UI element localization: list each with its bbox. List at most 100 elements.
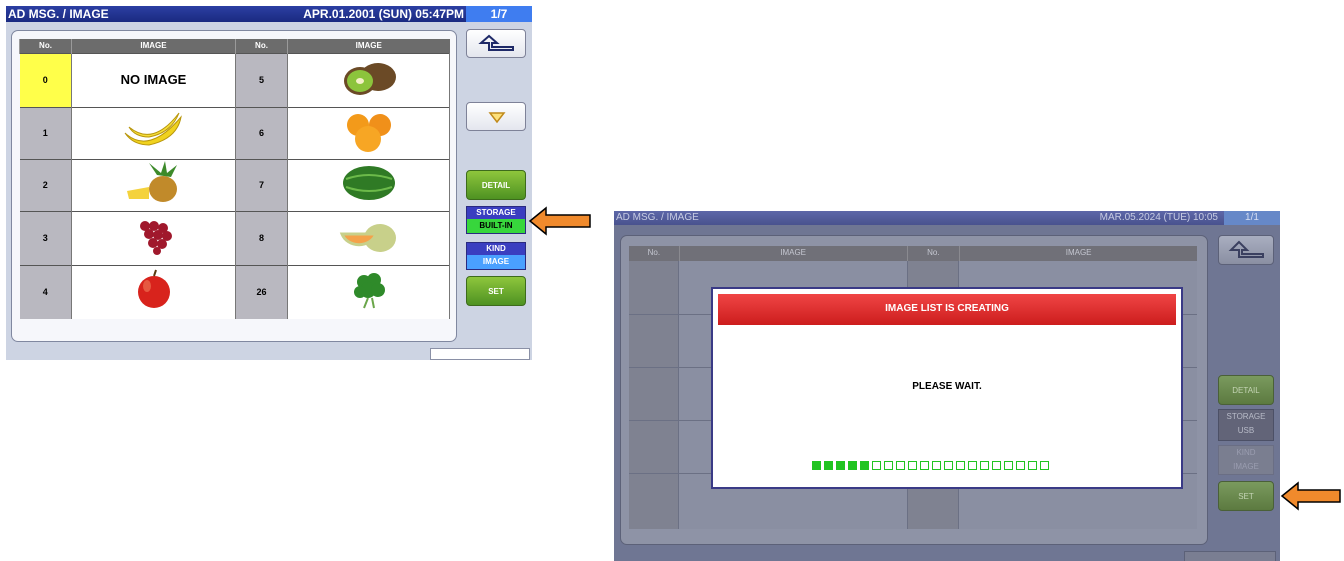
no-column xyxy=(629,261,679,529)
table-row[interactable]: 0 NO IMAGE 5 xyxy=(19,52,450,107)
callout-arrow-icon xyxy=(1280,481,1341,511)
progress-segment xyxy=(1040,461,1049,470)
storage-label: STORAGE xyxy=(1226,412,1266,421)
image-header: IMAGE xyxy=(71,39,236,53)
image-number-cell[interactable]: 0 xyxy=(19,52,72,107)
dialog-message: PLEASE WAIT. xyxy=(912,381,982,392)
no-header: No. xyxy=(235,39,288,53)
status-box xyxy=(430,348,530,360)
progress-segment xyxy=(920,461,929,470)
progress-segment xyxy=(836,461,845,470)
progress-segment xyxy=(812,461,821,470)
table-row[interactable]: 4 26 xyxy=(19,264,450,319)
table-header: No. IMAGE No. IMAGE xyxy=(19,39,450,53)
image-cell[interactable] xyxy=(287,158,450,211)
parsley-image xyxy=(353,272,385,309)
image-cell[interactable] xyxy=(71,158,236,211)
grape-image xyxy=(139,220,172,255)
image-number-cell[interactable]: 7 xyxy=(235,158,288,211)
progress-segment xyxy=(980,461,989,470)
title-bar: AD MSG. / IMAGE MAR.05.2024 (TUE) 10:05 … xyxy=(614,211,1280,225)
datetime: MAR.05.2024 (TUE) 10:05 xyxy=(1099,212,1218,223)
image-cell[interactable] xyxy=(71,106,236,159)
image-number-cell[interactable]: 6 xyxy=(235,106,288,159)
table-header: No. IMAGE No. IMAGE xyxy=(629,246,1197,261)
no-image-cell[interactable]: NO IMAGE xyxy=(71,52,236,107)
progress-segment xyxy=(1004,461,1013,470)
no-header: No. xyxy=(19,39,72,53)
progress-segment xyxy=(992,461,1001,470)
image-header: IMAGE xyxy=(959,246,1197,261)
back-button[interactable] xyxy=(466,29,526,58)
image-cell[interactable] xyxy=(71,264,236,319)
storage-label: STORAGE xyxy=(467,207,525,219)
dialog-title: IMAGE LIST IS CREATING xyxy=(718,294,1176,325)
orange-image xyxy=(346,113,391,152)
watermelon-image xyxy=(342,165,395,200)
kind-label: KIND xyxy=(467,243,525,255)
page-indicator: 1/7 xyxy=(466,6,532,22)
no-header: No. xyxy=(629,246,679,261)
back-button[interactable] xyxy=(1218,235,1274,265)
progress-segment xyxy=(848,461,857,470)
storage-selector[interactable]: STORAGE USB xyxy=(1218,409,1274,441)
image-cell[interactable] xyxy=(287,52,450,107)
screen-title: AD MSG. / IMAGE xyxy=(8,7,109,21)
title-bar: AD MSG. / IMAGE APR.01.2001 (SUN) 05:47P… xyxy=(6,6,532,22)
image-number-cell[interactable]: 8 xyxy=(235,210,288,265)
kind-selector: KIND IMAGE xyxy=(1218,445,1274,475)
left-screen: AD MSG. / IMAGE APR.01.2001 (SUN) 05:47P… xyxy=(6,6,532,360)
pineapple-image xyxy=(126,160,177,202)
scroll-down-button[interactable] xyxy=(466,102,526,131)
storage-value: USB xyxy=(1237,426,1255,435)
kiwi-image xyxy=(343,62,396,95)
progress-segment xyxy=(932,461,941,470)
progress-segment xyxy=(1016,461,1025,470)
datetime: APR.01.2001 (SUN) 05:47PM xyxy=(303,7,464,21)
image-number-cell[interactable]: 26 xyxy=(235,264,288,319)
progress-segment xyxy=(908,461,917,470)
image-cell[interactable] xyxy=(287,264,450,319)
kind-selector[interactable]: KIND IMAGE xyxy=(466,242,526,270)
image-number-cell[interactable]: 1 xyxy=(19,106,72,159)
image-number-cell[interactable]: 3 xyxy=(19,210,72,265)
progress-segment xyxy=(944,461,953,470)
callout-arrow-icon xyxy=(528,206,591,236)
return-arrow-icon xyxy=(478,34,514,51)
kind-label: KIND xyxy=(1236,448,1256,457)
image-header: IMAGE xyxy=(678,246,907,261)
screen-title: AD MSG. / IMAGE xyxy=(616,212,699,223)
right-screen: AD MSG. / IMAGE MAR.05.2024 (TUE) 10:05 … xyxy=(614,211,1280,561)
kind-value: IMAGE xyxy=(1233,462,1259,471)
kind-value: IMAGE xyxy=(467,255,525,269)
table-row[interactable]: 3 8 xyxy=(19,210,450,265)
no-header: No. xyxy=(906,246,960,261)
apple-image xyxy=(137,269,170,308)
progress-segment xyxy=(896,461,905,470)
progress-segment xyxy=(956,461,965,470)
image-cell[interactable] xyxy=(287,210,450,265)
progress-segment xyxy=(968,461,977,470)
table-row[interactable]: 2 7 xyxy=(19,158,450,211)
image-list-panel: No. IMAGE No. IMAGE 0 NO IMAGE 5 1 6 2 7… xyxy=(11,30,457,342)
image-cell[interactable] xyxy=(71,210,236,265)
set-button[interactable]: SET xyxy=(1218,481,1274,511)
image-number-cell[interactable]: 4 xyxy=(19,264,72,319)
storage-value: BUILT-IN xyxy=(467,219,525,233)
detail-button[interactable]: DETAIL xyxy=(466,170,526,200)
image-number-cell[interactable]: 2 xyxy=(19,158,72,211)
storage-selector[interactable]: STORAGE BUILT-IN xyxy=(466,206,526,234)
progress-segment xyxy=(872,461,881,470)
image-number-cell[interactable]: 5 xyxy=(235,52,288,107)
progress-segment xyxy=(860,461,869,470)
image-cell[interactable] xyxy=(287,106,450,159)
melon-image xyxy=(339,223,396,252)
status-box xyxy=(1184,551,1276,561)
set-button[interactable]: SET xyxy=(466,276,526,306)
progress-bar xyxy=(812,461,1049,470)
table-row[interactable]: 1 6 xyxy=(19,106,450,159)
progress-dialog: IMAGE LIST IS CREATING PLEASE WAIT. xyxy=(711,287,1183,489)
detail-button[interactable]: DETAIL xyxy=(1218,375,1274,405)
image-header: IMAGE xyxy=(287,39,450,53)
progress-segment xyxy=(824,461,833,470)
